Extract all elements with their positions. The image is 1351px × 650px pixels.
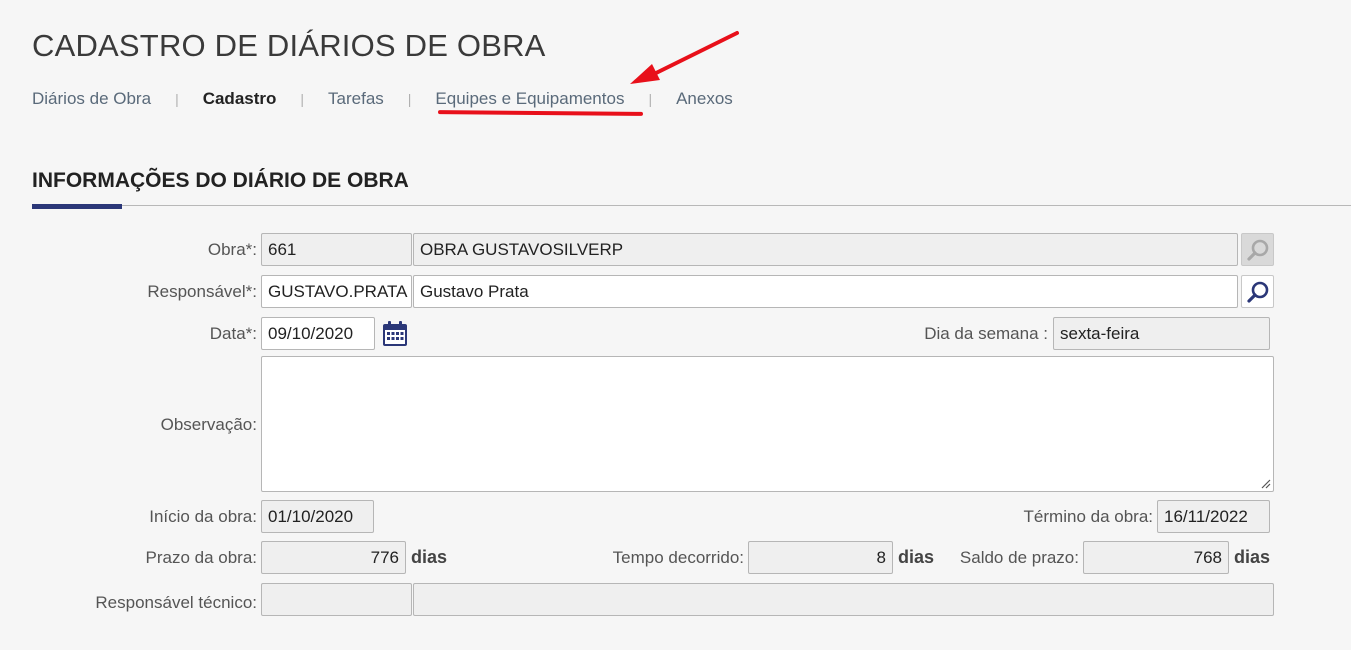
responsavel-tecnico-code-field	[261, 583, 412, 616]
observacao-label: Observação:	[160, 415, 257, 434]
obra-search-button	[1241, 233, 1274, 266]
page-title: CADASTRO DE DIÁRIOS DE OBRA	[32, 28, 546, 63]
annotation-arrow-icon	[630, 31, 739, 84]
data-field[interactable]: 09/10/2020	[261, 317, 375, 350]
prazo-obra-label: Prazo da obra:	[145, 548, 257, 567]
saldo-prazo-unit: dias	[1234, 547, 1271, 567]
section-accent-bar	[32, 204, 122, 209]
tab-separator: |	[648, 91, 653, 107]
tab-tarefas[interactable]: Tarefas	[328, 89, 384, 109]
inicio-obra-field: 01/10/2020	[261, 500, 374, 533]
section-divider	[32, 205, 1351, 206]
section-title: INFORMAÇÕES DO DIÁRIO DE OBRA	[32, 169, 409, 192]
obra-name-field: OBRA GUSTAVOSILVERP	[413, 233, 1238, 266]
tempo-decorrido-field: 8	[748, 541, 893, 574]
responsavel-label: Responsável*:	[147, 282, 257, 301]
responsavel-search-button[interactable]	[1241, 275, 1274, 308]
search-icon	[1246, 281, 1268, 303]
responsavel-tecnico-name-field	[413, 583, 1274, 616]
termino-obra-field: 16/11/2022	[1157, 500, 1270, 533]
tempo-decorrido-unit: dias	[898, 547, 935, 567]
tab-cadastro[interactable]: Cadastro	[203, 89, 277, 109]
search-icon	[1246, 239, 1268, 261]
prazo-obra-unit: dias	[411, 547, 448, 567]
annotation-underline	[437, 110, 644, 116]
responsavel-code-field[interactable]: GUSTAVO.PRATA	[261, 275, 412, 308]
prazo-obra-field: 776	[261, 541, 406, 574]
tempo-decorrido-label: Tempo decorrido:	[612, 548, 744, 567]
calendar-icon	[382, 320, 407, 346]
termino-obra-label: Término da obra:	[1023, 507, 1153, 526]
tab-separator: |	[175, 91, 179, 107]
responsavel-name-field[interactable]: Gustavo Prata	[413, 275, 1238, 308]
tab-separator: |	[407, 91, 412, 107]
saldo-prazo-field: 768	[1083, 541, 1229, 574]
observacao-textarea[interactable]	[261, 356, 1274, 492]
saldo-prazo-label: Saldo de prazo:	[959, 548, 1079, 567]
obra-label: Obra*:	[207, 240, 257, 259]
tab-bar: Diários de Obra | Cadastro | Tarefas | E…	[32, 89, 733, 109]
calendar-button[interactable]	[378, 317, 411, 350]
dia-semana-field: sexta-feira	[1053, 317, 1270, 350]
tab-diarios-de-obra[interactable]: Diários de Obra	[32, 89, 151, 109]
obra-code-field: 661	[261, 233, 412, 266]
tab-anexos[interactable]: Anexos	[676, 89, 733, 109]
resize-grip-icon[interactable]	[1259, 477, 1271, 489]
tab-separator: |	[300, 91, 305, 107]
dia-semana-label: Dia da semana :	[924, 324, 1048, 343]
tab-equipes-e-equipamentos[interactable]: Equipes e Equipamentos	[435, 89, 624, 109]
data-label: Data*:	[209, 324, 257, 343]
responsavel-tecnico-label: Responsável técnico:	[95, 593, 257, 612]
inicio-obra-label: Início da obra:	[149, 507, 257, 526]
